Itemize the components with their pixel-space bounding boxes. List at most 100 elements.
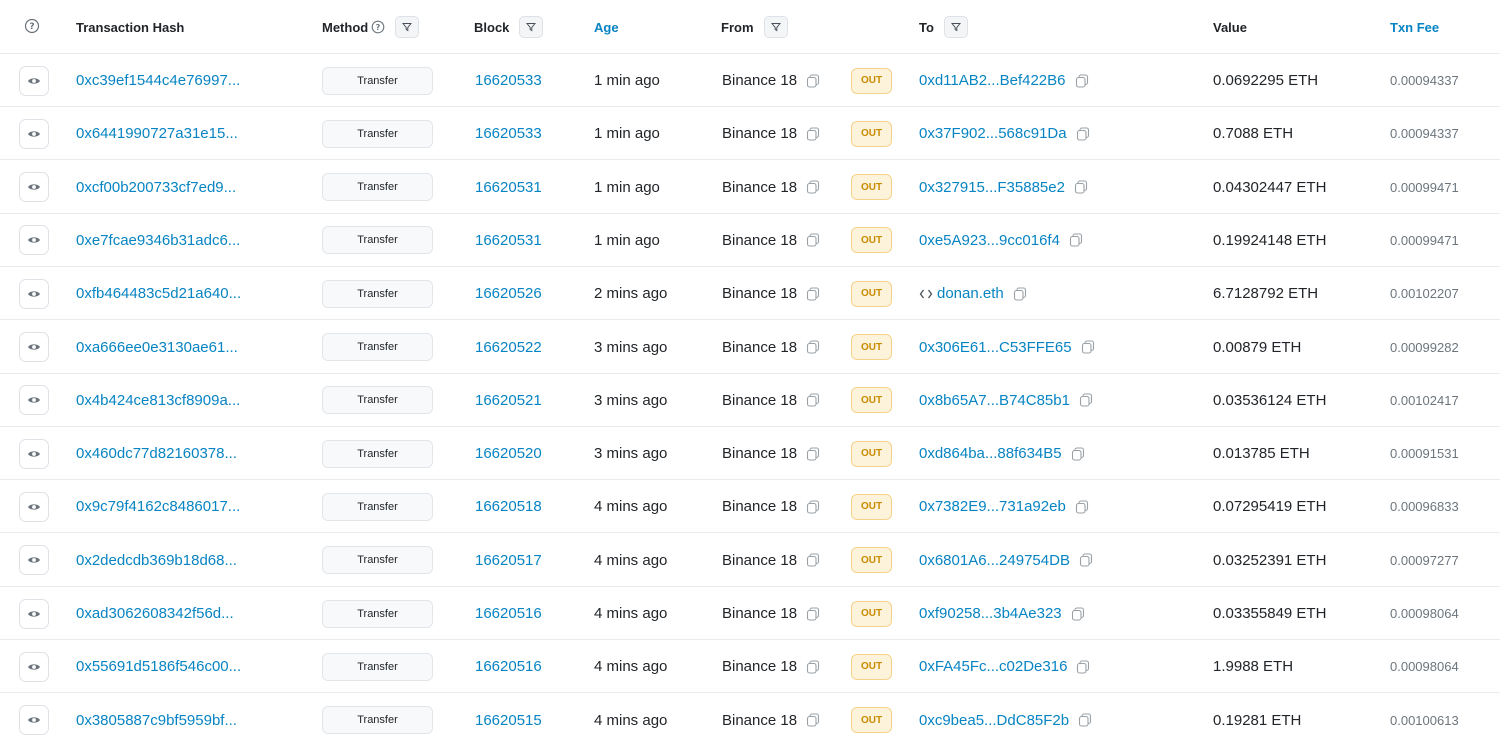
txn-hash-link[interactable]: 0xa666ee0e3130ae61... (76, 321, 238, 374)
copy-icon[interactable] (806, 606, 820, 621)
to-address-link[interactable]: 0x6801A6...249754DB (919, 552, 1070, 569)
from-address-label[interactable]: Binance 18 (722, 445, 797, 462)
txn-hash-link[interactable]: 0xad3062608342f56d... (76, 587, 234, 640)
to-address-link[interactable]: 0xFA45Fc...c02De316 (919, 658, 1067, 675)
to-filter-button[interactable] (943, 16, 968, 38)
txn-hash-link[interactable]: 0x55691d5186f546c00... (76, 640, 241, 693)
copy-icon[interactable] (806, 180, 820, 194)
from-address-label[interactable]: Binance 18 (722, 658, 797, 675)
to-address-link[interactable]: 0x8b65A7...B74C85b1 (919, 392, 1070, 409)
header-txn-fee-toggle[interactable]: Txn Fee (1390, 0, 1439, 54)
block-link[interactable]: 16620518 (475, 480, 542, 533)
eye-icon[interactable] (19, 385, 49, 416)
block-link[interactable]: 16620520 (475, 427, 542, 480)
block-link[interactable]: 16620522 (475, 321, 542, 374)
method-filter-button[interactable] (395, 16, 420, 38)
txn-hash-link[interactable]: 0x3805887c9bf5959bf... (76, 694, 237, 746)
eye-icon[interactable] (19, 118, 49, 149)
block-link[interactable]: 16620533 (475, 107, 542, 160)
to-cell: 0x8b65A7...B74C85b1 (919, 374, 1093, 427)
eye-icon[interactable] (19, 438, 49, 469)
copy-icon[interactable] (806, 553, 820, 567)
to-address-link[interactable]: 0xd11AB2...Bef422B6 (919, 72, 1066, 89)
copy-icon[interactable] (806, 660, 820, 674)
from-address-label[interactable]: Binance 18 (722, 72, 797, 89)
copy-icon[interactable] (1071, 447, 1085, 461)
from-filter-button[interactable] (763, 16, 788, 38)
to-address-link[interactable]: 0x37F902...568c91Da (919, 125, 1067, 142)
copy-icon[interactable] (806, 713, 820, 727)
eye-icon[interactable] (19, 172, 49, 203)
eye-icon[interactable] (19, 278, 49, 309)
txn-hash-link[interactable]: 0x6441990727a31e15... (76, 107, 238, 160)
block-link[interactable]: 16620516 (475, 640, 542, 693)
to-address-link[interactable]: 0xe5A923...9cc016f4 (919, 232, 1060, 249)
from-address-label[interactable]: Binance 18 (722, 392, 797, 409)
txn-hash-link[interactable]: 0x9c79f4162c8486017... (76, 480, 240, 533)
copy-icon[interactable] (806, 73, 820, 88)
eye-icon[interactable] (19, 705, 49, 736)
copy-icon[interactable] (1074, 180, 1088, 194)
block-link[interactable]: 16620526 (475, 267, 542, 320)
from-address-label[interactable]: Binance 18 (722, 605, 797, 622)
copy-icon[interactable] (1075, 73, 1089, 88)
copy-icon[interactable] (1075, 500, 1089, 514)
from-address-label[interactable]: Binance 18 (722, 339, 797, 356)
to-address-link[interactable]: donan.eth (937, 285, 1004, 302)
to-address-link[interactable]: 0xf90258...3b4Ae323 (919, 605, 1062, 622)
question-circle-icon[interactable]: ? (24, 18, 40, 37)
from-address-label[interactable]: Binance 18 (722, 712, 797, 729)
block-link[interactable]: 16620516 (475, 587, 542, 640)
eye-icon[interactable] (19, 225, 49, 256)
eye-icon[interactable] (19, 491, 49, 522)
to-address-link[interactable]: 0xd864ba...88f634B5 (919, 445, 1062, 462)
block-link[interactable]: 16620521 (475, 374, 542, 427)
eye-icon[interactable] (19, 65, 49, 96)
to-address-link[interactable]: 0xc9bea5...DdC85F2b (919, 712, 1069, 729)
block-filter-button[interactable] (519, 16, 544, 38)
header-age-toggle[interactable]: Age (594, 0, 619, 54)
copy-icon[interactable] (806, 393, 820, 407)
txn-hash-link[interactable]: 0xfb464483c5d21a640... (76, 267, 241, 320)
copy-icon[interactable] (1078, 713, 1092, 727)
block-link[interactable]: 16620515 (475, 694, 542, 746)
eye-icon[interactable] (19, 651, 49, 682)
copy-icon[interactable] (1079, 553, 1093, 567)
copy-icon[interactable] (806, 447, 820, 461)
info-icon[interactable]: ? (371, 20, 385, 34)
eye-icon[interactable] (19, 598, 49, 629)
txn-hash-link[interactable]: 0x4b424ce813cf8909a... (76, 374, 240, 427)
copy-icon[interactable] (806, 127, 820, 141)
from-address-label[interactable]: Binance 18 (722, 125, 797, 142)
copy-icon[interactable] (806, 500, 820, 514)
txn-hash-link[interactable]: 0x2dedcdb369b18d68... (76, 534, 237, 587)
txn-hash-link[interactable]: 0xe7fcae9346b31adc6... (76, 214, 240, 267)
block-link[interactable]: 16620517 (475, 534, 542, 587)
to-address-link[interactable]: 0x327915...F35885e2 (919, 179, 1065, 196)
block-link[interactable]: 16620531 (475, 161, 542, 214)
block-link[interactable]: 16620533 (475, 54, 542, 107)
eye-icon[interactable] (19, 545, 49, 576)
copy-icon[interactable] (1071, 606, 1085, 621)
copy-icon[interactable] (1069, 233, 1083, 247)
txn-hash-link[interactable]: 0xc39ef1544c4e76997... (76, 54, 240, 107)
copy-icon[interactable] (1076, 127, 1090, 141)
copy-icon[interactable] (1013, 287, 1027, 301)
from-address-label[interactable]: Binance 18 (722, 552, 797, 569)
copy-icon[interactable] (1079, 393, 1093, 407)
copy-icon[interactable] (1081, 340, 1095, 354)
to-address-link[interactable]: 0x7382E9...731a92eb (919, 498, 1066, 515)
copy-icon[interactable] (806, 287, 820, 301)
eye-icon[interactable] (19, 332, 49, 362)
from-address-label[interactable]: Binance 18 (722, 179, 797, 196)
from-address-label[interactable]: Binance 18 (722, 498, 797, 515)
copy-icon[interactable] (806, 233, 820, 247)
from-address-label[interactable]: Binance 18 (722, 285, 797, 302)
copy-icon[interactable] (806, 340, 820, 354)
copy-icon[interactable] (1076, 660, 1090, 674)
txn-hash-link[interactable]: 0x460dc77d82160378... (76, 427, 237, 480)
from-address-label[interactable]: Binance 18 (722, 232, 797, 249)
block-link[interactable]: 16620531 (475, 214, 542, 267)
to-address-link[interactable]: 0x306E61...C53FFE65 (919, 339, 1072, 356)
txn-hash-link[interactable]: 0xcf00b200733cf7ed9... (76, 161, 236, 214)
